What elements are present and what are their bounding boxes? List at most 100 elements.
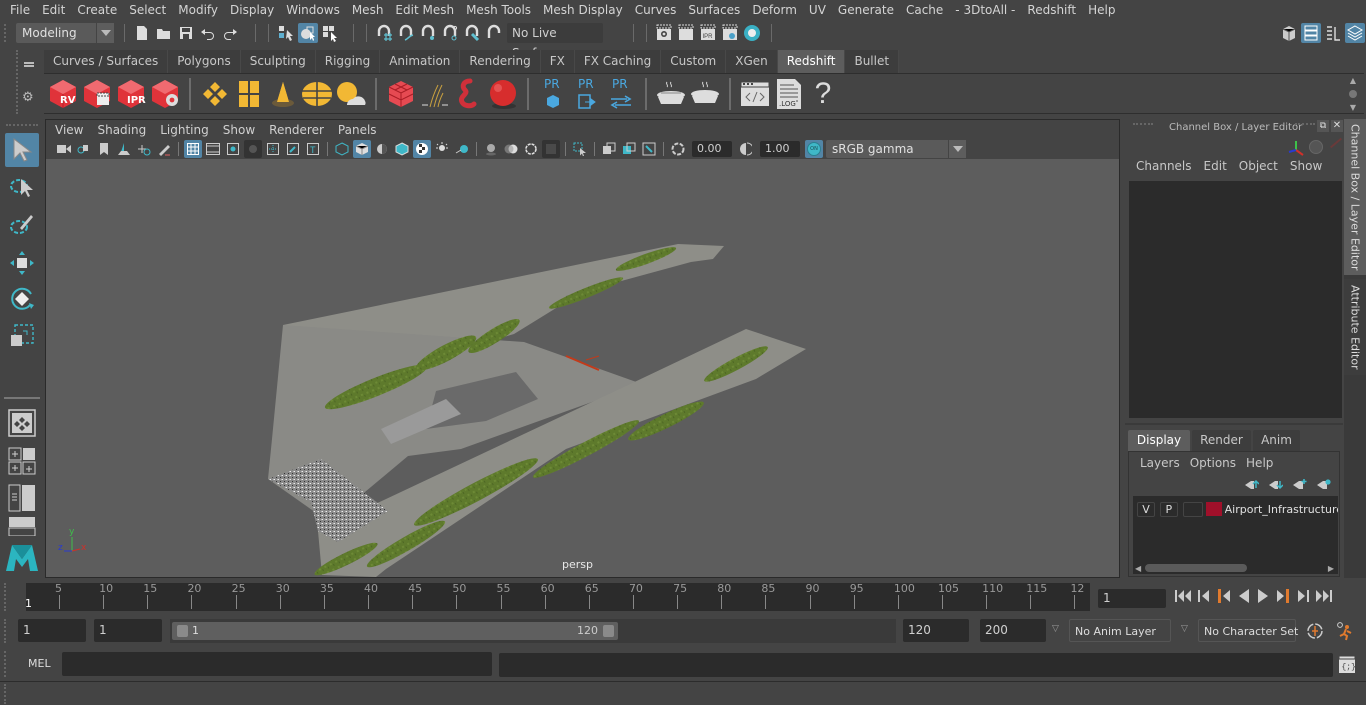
redshift-bake-button[interactable] <box>655 77 687 111</box>
close-icon[interactable]: ✕ <box>1331 120 1343 132</box>
redshift-log-button[interactable]: .LOG <box>773 77 805 111</box>
menu-mesh[interactable]: Mesh <box>346 0 390 20</box>
redshift-volume-button[interactable] <box>453 77 485 111</box>
no-keys-icon[interactable] <box>1329 137 1343 149</box>
hypershade-icon[interactable] <box>742 23 762 43</box>
shelf-tabs-menu-icon[interactable] <box>24 62 34 64</box>
redshift-render-view-button[interactable]: RV <box>47 77 79 111</box>
field-chart-icon[interactable] <box>264 140 282 158</box>
select-by-object-icon[interactable] <box>298 23 318 43</box>
gamma-field[interactable]: 1.00 <box>760 141 800 157</box>
snap-to-view-plane-icon[interactable] <box>462 23 482 43</box>
image-plane-icon[interactable] <box>115 140 133 158</box>
animation-start-field[interactable]: 1 <box>18 619 86 642</box>
grid-toggle-icon[interactable] <box>184 140 202 158</box>
scroll-left-icon[interactable]: ◀ <box>1135 564 1141 573</box>
layer-playback-toggle[interactable]: P <box>1159 501 1178 517</box>
menu-generate[interactable]: Generate <box>832 0 900 20</box>
redshift-hair-button[interactable] <box>419 77 451 111</box>
time-slider-grip[interactable] <box>4 583 10 611</box>
default-material-icon[interactable] <box>373 140 391 158</box>
panel-menu-show[interactable]: Show <box>216 123 262 137</box>
paint-select-tool-button[interactable] <box>5 208 39 242</box>
panel-menu-lighting[interactable]: Lighting <box>153 123 216 137</box>
view-transform-dropdown[interactable]: sRGB gamma <box>826 140 966 158</box>
scroll-right-icon[interactable]: ▶ <box>1328 564 1334 573</box>
layer-tab-anim[interactable]: Anim <box>1253 430 1300 451</box>
channel-menu-channels[interactable]: Channels <box>1130 159 1198 173</box>
safe-action-icon[interactable] <box>284 140 302 158</box>
playback-end-field[interactable]: 120 <box>903 619 969 642</box>
wireframe-on-shaded-icon[interactable] <box>393 140 411 158</box>
snap-to-curve-icon[interactable] <box>396 23 416 43</box>
layer-tab-render[interactable]: Render <box>1192 430 1251 451</box>
panel-splitter[interactable] <box>1125 423 1343 425</box>
xray-icon[interactable] <box>600 140 618 158</box>
shelf-menu-icon[interactable] <box>1349 89 1357 98</box>
menu-modify[interactable]: Modify <box>172 0 224 20</box>
layer-color-swatch[interactable] <box>1205 502 1222 516</box>
shelf-tab-bullet[interactable]: Bullet <box>845 50 900 73</box>
layer-visibility-toggle[interactable]: V <box>1137 501 1155 517</box>
outliner-perspective-layout-button[interactable] <box>5 481 39 515</box>
move-layer-down-icon[interactable] <box>1269 478 1283 490</box>
step-back-key-icon[interactable] <box>1216 588 1232 604</box>
menu-curves[interactable]: Curves <box>629 0 683 20</box>
new-scene-icon[interactable] <box>132 23 152 43</box>
scrollbar-thumb[interactable] <box>1145 564 1248 572</box>
range-slider-track[interactable]: 1 120 <box>170 619 896 643</box>
isolate-select-icon[interactable] <box>571 140 589 158</box>
redshift-area-light-button[interactable] <box>199 77 231 111</box>
character-set-dropdown[interactable]: No Character Set <box>1198 619 1298 642</box>
toolbox-grip[interactable] <box>6 124 38 126</box>
3d-viewport[interactable]: y x z persp <box>46 159 1119 577</box>
layer-display-type-toggle[interactable] <box>1182 501 1203 517</box>
step-back-frame-icon[interactable] <box>1197 588 1211 604</box>
layer-list-hscrollbar[interactable]: ◀ ▶ <box>1133 562 1338 574</box>
textured-icon[interactable] <box>413 140 431 158</box>
film-gate-icon[interactable] <box>204 140 222 158</box>
shelf-tab-sculpting[interactable]: Sculpting <box>240 50 316 73</box>
use-all-lights-icon[interactable] <box>433 140 451 158</box>
exposure-field[interactable]: 0.00 <box>692 141 732 157</box>
render-current-frame-icon[interactable] <box>676 23 696 43</box>
redshift-sun-sky-button[interactable] <box>335 77 367 111</box>
script-editor-icon[interactable]: {;} <box>1338 654 1356 674</box>
anti-aliasing-icon[interactable] <box>522 140 540 158</box>
channel-box-list[interactable] <box>1129 181 1342 418</box>
menu-cache[interactable]: Cache <box>900 0 949 20</box>
save-scene-icon[interactable] <box>176 23 196 43</box>
step-forward-key-icon[interactable] <box>1275 588 1291 604</box>
shelf-grip[interactable] <box>16 50 20 114</box>
command-line-grip[interactable] <box>4 651 10 677</box>
shelf-tab-xgen[interactable]: XGen <box>726 50 778 73</box>
render-view-icon[interactable] <box>654 23 674 43</box>
xray-active-components-icon[interactable] <box>620 140 638 158</box>
panel-menu-view[interactable]: View <box>48 123 90 137</box>
layer-row[interactable]: V P Airport_Infrastructure_ <box>1133 500 1338 518</box>
shelf-tab-rendering[interactable]: Rendering <box>460 50 541 73</box>
menu-redshift[interactable]: Redshift <box>1021 0 1082 20</box>
go-to-start-icon[interactable] <box>1174 588 1192 604</box>
smooth-shade-icon[interactable] <box>353 140 371 158</box>
redshift-bake-set-button[interactable] <box>689 77 721 111</box>
redshift-batch-render-button[interactable] <box>81 77 113 111</box>
layer-menu-layers[interactable]: Layers <box>1135 456 1185 470</box>
ipr-render-icon[interactable]: IPR <box>698 23 718 43</box>
menu-create[interactable]: Create <box>71 0 123 20</box>
shelf-tab-fx[interactable]: FX <box>540 50 575 73</box>
select-tool-button[interactable] <box>5 133 39 167</box>
wireframe-icon[interactable] <box>333 140 351 158</box>
bookmark-icon[interactable] <box>95 140 113 158</box>
layer-tab-display[interactable]: Display <box>1128 430 1190 451</box>
layer-name[interactable]: Airport_Infrastructure_ <box>1225 503 1338 516</box>
make-live-icon[interactable] <box>484 23 504 43</box>
2d-pan-zoom-icon[interactable] <box>135 140 153 158</box>
channel-menu-edit[interactable]: Edit <box>1198 159 1233 173</box>
panel-grip[interactable] <box>1295 123 1315 125</box>
persp-graph-layout-button[interactable] <box>5 515 39 537</box>
play-backwards-icon[interactable] <box>1237 588 1251 604</box>
menu-deform[interactable]: Deform <box>746 0 803 20</box>
shelf-tab-fx-caching[interactable]: FX Caching <box>574 50 662 73</box>
depth-of-field-icon[interactable] <box>542 140 560 158</box>
